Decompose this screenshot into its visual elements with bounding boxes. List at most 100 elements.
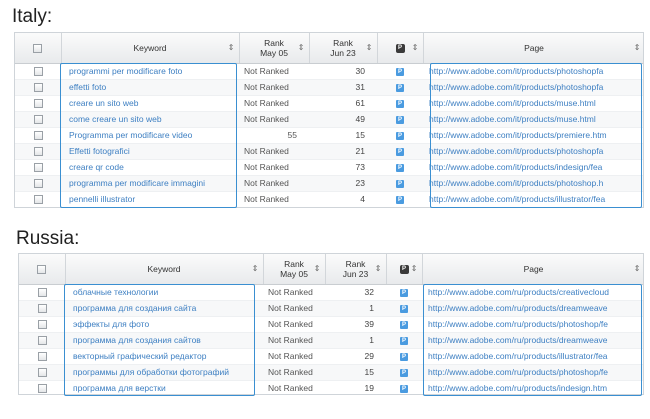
page-icon[interactable]: P <box>396 163 404 172</box>
row-checkbox[interactable] <box>33 99 43 109</box>
row-checkbox[interactable] <box>33 195 43 205</box>
page-icon[interactable]: P <box>400 320 408 329</box>
row-checkbox[interactable] <box>37 336 47 346</box>
rank-may-cell: Not Ranked <box>239 111 309 128</box>
page-column-header[interactable]: Page ⇕ <box>423 33 643 64</box>
page-url-cell[interactable]: http://www.adobe.com/it/products/photosh… <box>423 143 643 160</box>
page-url-cell[interactable]: http://www.adobe.com/it/products/photosh… <box>423 79 643 96</box>
keyword-cell[interactable]: come creare un sito web <box>61 111 239 128</box>
page-icon[interactable]: P <box>400 304 408 313</box>
keyword-cell[interactable]: creare un sito web <box>61 95 239 112</box>
sort-icon[interactable]: ⇕ <box>252 264 259 274</box>
table-row: программа для создания сайтов Not Ranked… <box>19 332 643 349</box>
sort-icon[interactable]: ⇕ <box>634 264 641 274</box>
row-checkbox[interactable] <box>33 83 43 93</box>
keyword-cell[interactable]: pennelli illustrator <box>61 191 239 207</box>
sort-icon[interactable]: ⇕ <box>375 264 382 274</box>
row-checkbox[interactable] <box>33 67 43 77</box>
keyword-cell[interactable]: программа для создания сайтов <box>65 332 263 349</box>
page-column-header[interactable]: Page ⇕ <box>422 254 643 285</box>
page-url-cell[interactable]: http://www.adobe.com/it/products/photosh… <box>423 175 643 192</box>
page-url-cell[interactable]: http://www.adobe.com/it/products/photosh… <box>423 63 643 80</box>
page-icon[interactable]: P <box>396 131 404 140</box>
rank-may-cell: Not Ranked <box>239 175 309 192</box>
rank-jun-cell: 61 <box>309 95 377 112</box>
page-icon[interactable]: P <box>400 384 408 393</box>
page-url-cell[interactable]: http://www.adobe.com/ru/products/photosh… <box>422 316 643 333</box>
p-column-header[interactable]: P ⇕ <box>377 33 424 64</box>
row-checkbox[interactable] <box>37 288 47 298</box>
rank-may-column-header[interactable]: Rank May 05 ⇕ <box>239 33 310 64</box>
page-url-cell[interactable]: http://www.adobe.com/ru/products/dreamwe… <box>422 300 643 317</box>
rank-jun-column-header[interactable]: Rank Jun 23 ⇕ <box>325 254 387 285</box>
select-all-checkbox[interactable] <box>33 43 43 53</box>
keyword-cell[interactable]: векторный графический редактор <box>65 348 263 365</box>
keyword-cell[interactable]: Programma per modificare video <box>61 127 239 144</box>
row-checkbox[interactable] <box>37 304 47 314</box>
keyword-cell[interactable]: programmi per modificare foto <box>61 63 239 80</box>
keyword-cell[interactable]: programma per modificare immagini <box>61 175 239 192</box>
keyword-cell[interactable]: Effetti fotografici <box>61 143 239 160</box>
select-all-checkbox[interactable] <box>37 264 47 274</box>
table-row: creare un sito web Not Ranked 61 P http:… <box>15 95 643 112</box>
sort-icon[interactable]: ⇕ <box>366 43 373 53</box>
page-url-cell[interactable]: http://www.adobe.com/ru/products/creativ… <box>422 284 643 301</box>
rank-may-cell: Not Ranked <box>239 79 309 96</box>
keyword-cell[interactable]: эффекты для фото <box>65 316 263 333</box>
page-url-cell[interactable]: http://www.adobe.com/it/products/illustr… <box>423 191 643 207</box>
page-icon[interactable]: P <box>396 179 404 188</box>
page-icon[interactable]: P <box>400 336 408 345</box>
keyword-cell[interactable]: облачные технологии <box>65 284 263 301</box>
page-url-cell[interactable]: http://www.adobe.com/ru/products/indesig… <box>422 380 643 394</box>
keyword-cell[interactable]: программа для создания сайта <box>65 300 263 317</box>
page-icon[interactable]: P <box>396 83 404 92</box>
row-checkbox[interactable] <box>37 320 47 330</box>
page-icon[interactable]: P <box>396 147 404 156</box>
select-all-header <box>15 33 62 64</box>
keyword-cell[interactable]: effetti foto <box>61 79 239 96</box>
page-url-cell[interactable]: http://www.adobe.com/it/products/indesig… <box>423 159 643 176</box>
page-icon[interactable]: P <box>396 67 404 76</box>
keyword-cell[interactable]: программа для верстки <box>65 380 263 394</box>
sort-icon[interactable]: ⇕ <box>634 43 641 53</box>
row-checkbox[interactable] <box>37 384 47 394</box>
rank-may-cell: Not Ranked <box>263 380 325 394</box>
row-checkbox[interactable] <box>37 352 47 362</box>
keyword-column-header[interactable]: Keyword ⇕ <box>65 254 264 285</box>
page-url-cell[interactable]: http://www.adobe.com/it/products/muse.ht… <box>423 111 643 128</box>
page-url-cell[interactable]: http://www.adobe.com/ru/products/illustr… <box>422 348 643 365</box>
table-row: векторный графический редактор Not Ranke… <box>19 348 643 365</box>
sort-icon[interactable]: ⇕ <box>411 264 418 274</box>
row-checkbox[interactable] <box>33 179 43 189</box>
keyword-cell[interactable]: creare qr code <box>61 159 239 176</box>
row-checkbox[interactable] <box>33 131 43 141</box>
rank-may-cell: Not Ranked <box>263 316 325 333</box>
sort-icon[interactable]: ⇕ <box>412 43 419 53</box>
sort-icon[interactable]: ⇕ <box>314 264 321 274</box>
rank-may-column-header[interactable]: Rank May 05 ⇕ <box>263 254 326 285</box>
page-icon[interactable]: P <box>400 288 408 297</box>
row-checkbox[interactable] <box>33 147 43 157</box>
page-icon[interactable]: P <box>396 115 404 124</box>
page-url-cell[interactable]: http://www.adobe.com/it/products/premier… <box>423 127 643 144</box>
page-icon[interactable]: P <box>400 368 408 377</box>
keyword-cell[interactable]: программы для обработки фотографий <box>65 364 263 381</box>
page-url-cell[interactable]: http://www.adobe.com/ru/products/photosh… <box>422 364 643 381</box>
p-column-header[interactable]: P ⇕ <box>386 254 423 285</box>
page-url-cell[interactable]: http://www.adobe.com/it/products/muse.ht… <box>423 95 643 112</box>
row-checkbox[interactable] <box>33 115 43 125</box>
table-row: программа для верстки Not Ranked 19 P ht… <box>19 380 643 394</box>
rank-may-cell: Not Ranked <box>263 348 325 365</box>
page-icon[interactable]: P <box>396 195 404 204</box>
keyword-column-header[interactable]: Keyword ⇕ <box>61 33 240 64</box>
row-checkbox[interactable] <box>37 368 47 378</box>
rank-jun-cell: 49 <box>309 111 377 128</box>
page-icon[interactable]: P <box>400 352 408 361</box>
page-icon[interactable]: P <box>396 99 404 108</box>
sort-icon[interactable]: ⇕ <box>298 43 305 53</box>
page-url-cell[interactable]: http://www.adobe.com/ru/products/dreamwe… <box>422 332 643 349</box>
table-row: pennelli illustrator Not Ranked 4 P http… <box>15 191 643 207</box>
rank-jun-column-header[interactable]: Rank Jun 23 ⇕ <box>309 33 378 64</box>
row-checkbox[interactable] <box>33 163 43 173</box>
sort-icon[interactable]: ⇕ <box>228 43 235 53</box>
